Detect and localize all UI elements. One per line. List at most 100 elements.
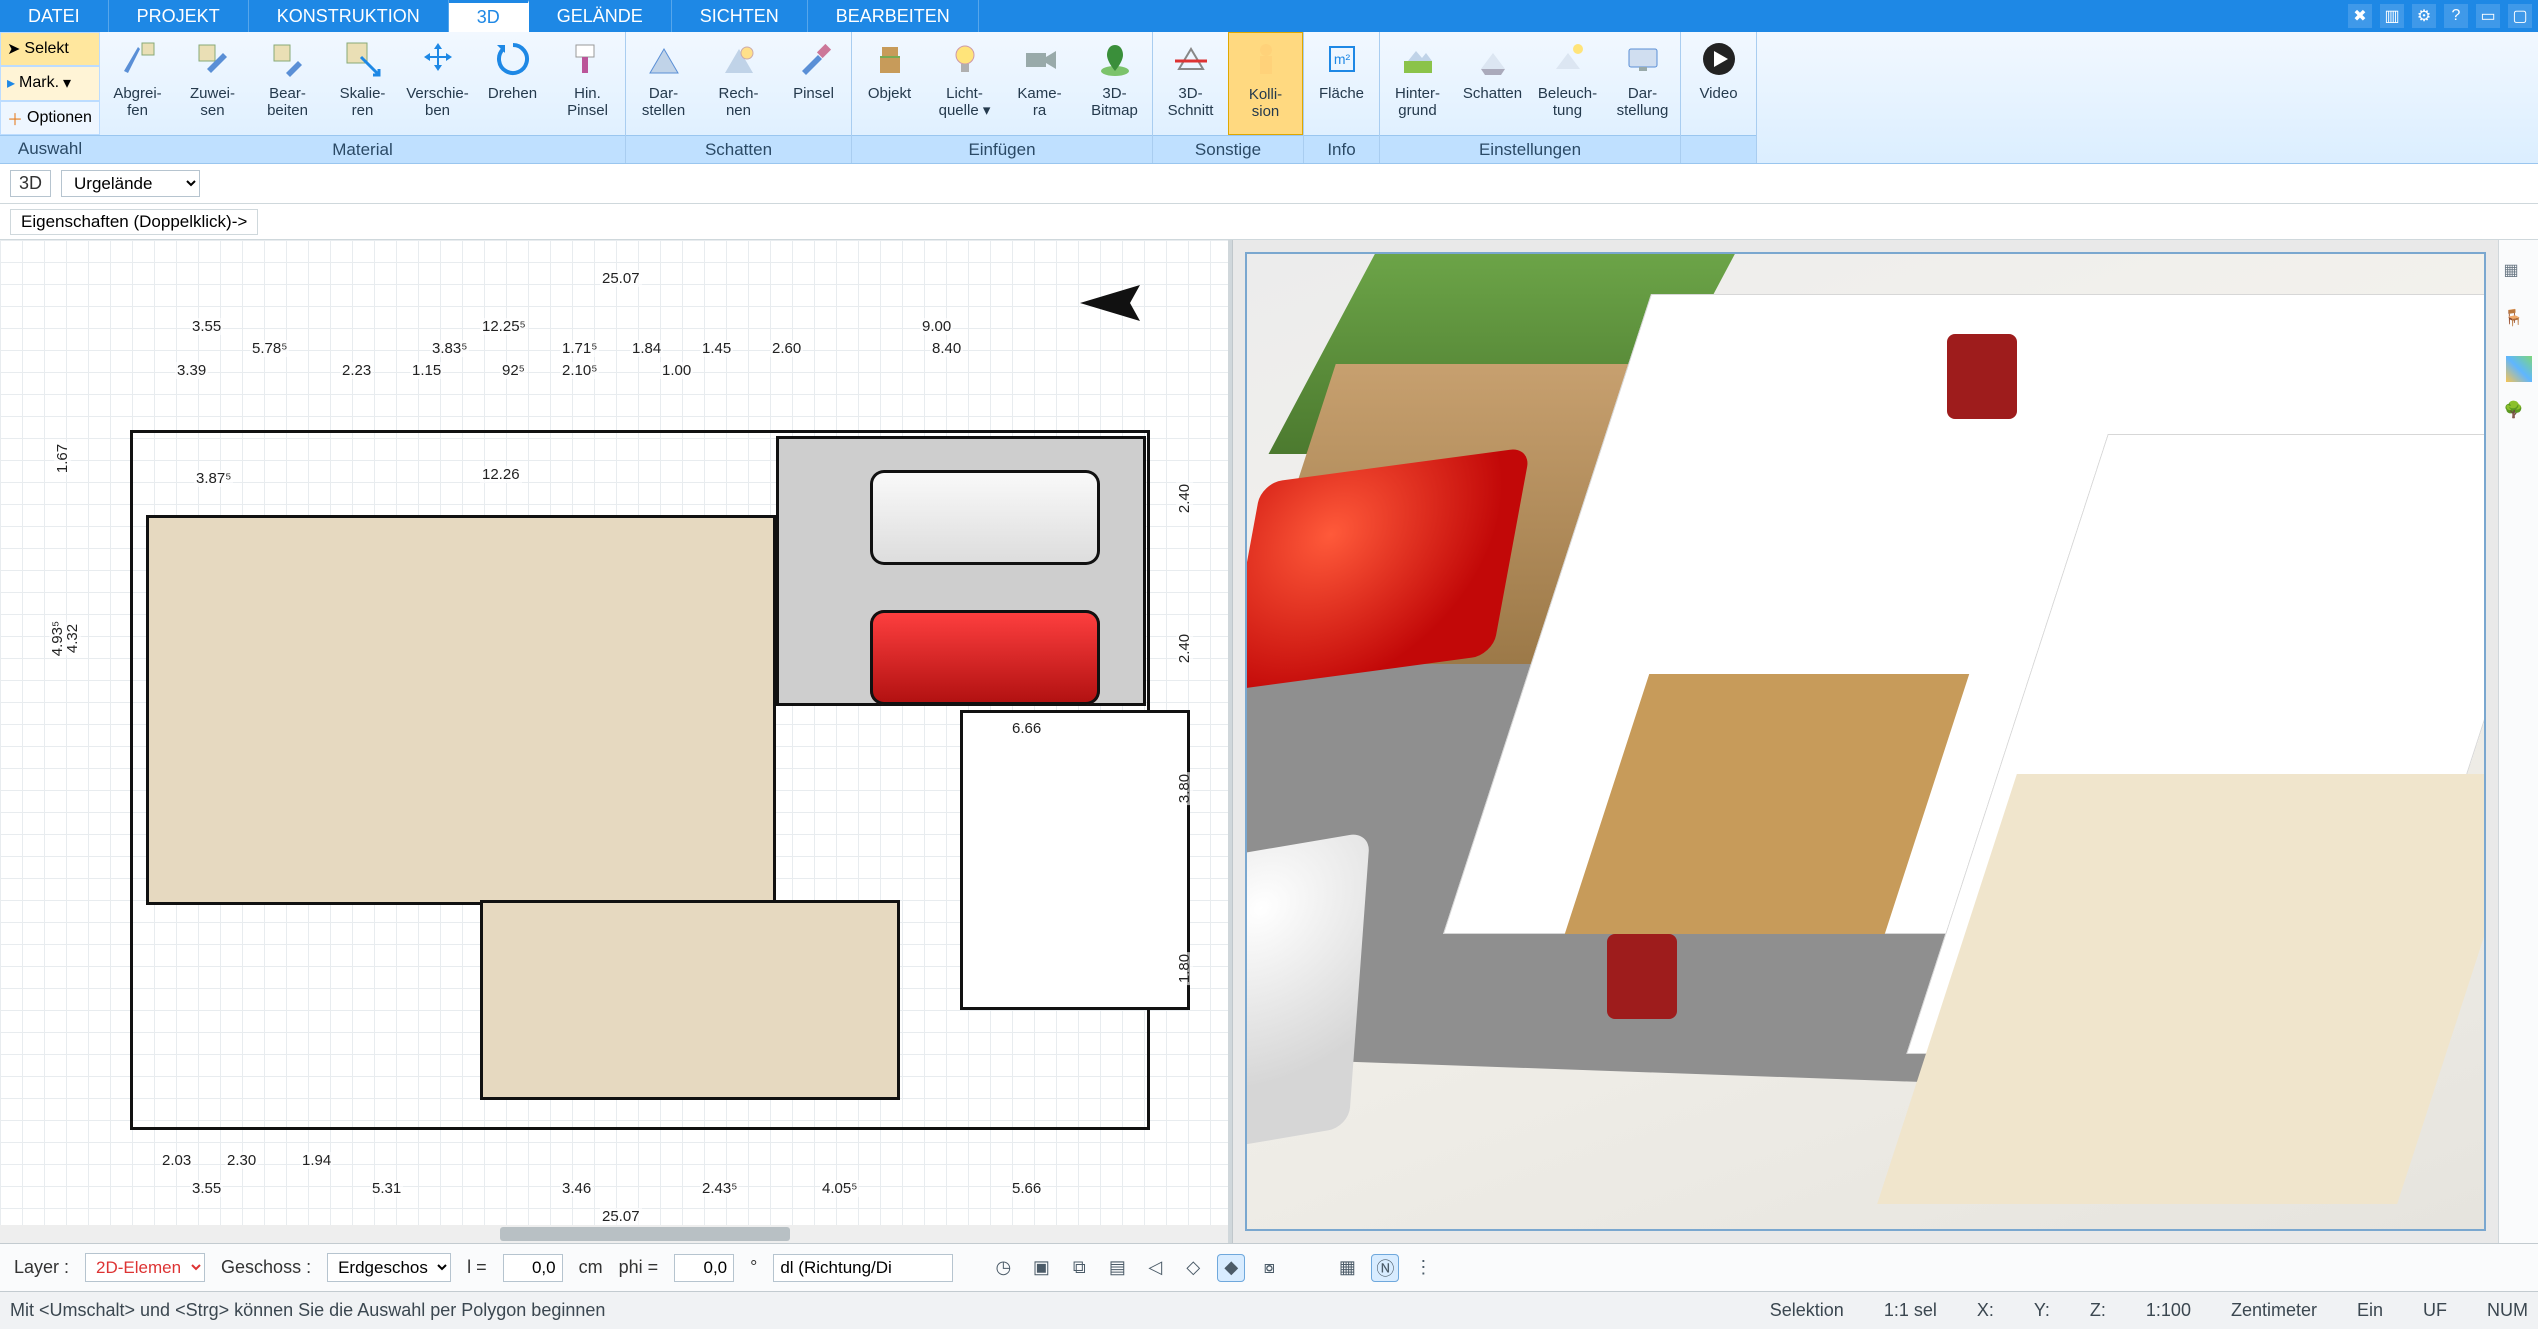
tab-konstruktion[interactable]: KONSTRUKTION [249, 0, 449, 32]
ribbon-darstellen[interactable]: Dar- stellen [626, 32, 701, 135]
plants-panel-icon[interactable]: 🌳 [2504, 400, 2534, 430]
kollision-icon [1245, 39, 1287, 81]
render-canvas[interactable] [1245, 252, 2486, 1231]
mark-button[interactable]: ▸Mark. ▾ [0, 66, 100, 100]
phi-label: phi = [619, 1257, 659, 1278]
layer-select[interactable]: 2D-Elemen [85, 1253, 205, 1282]
ribbon-kamera[interactable]: Kame- ra [1002, 32, 1077, 135]
tab-gelaende[interactable]: GELÄNDE [529, 0, 672, 32]
dim-top-total: 25.07 [600, 270, 642, 287]
3d-bitmap-label: 3D- Bitmap [1091, 86, 1138, 119]
tab-projekt[interactable]: PROJEKT [109, 0, 249, 32]
tab-sichten[interactable]: SICHTEN [672, 0, 808, 32]
scrollbar-thumb[interactable] [500, 1227, 790, 1241]
layers-panel-icon[interactable]: ▦ [2504, 260, 2534, 290]
ribbon-beleuchtung[interactable]: Beleuch- tung [1530, 32, 1605, 135]
status-hint: Mit <Umschalt> und <Strg> können Sie die… [10, 1300, 605, 1321]
help-icon[interactable]: ? [2444, 4, 2468, 28]
dim-b8: 4.05⁵ [820, 1180, 859, 1197]
more-icon[interactable]: ⋮ [1409, 1254, 1437, 1282]
grid-toggle-icon[interactable]: ▦ [1333, 1254, 1361, 1282]
ribbon-3d-schnitt[interactable]: 3D- Schnitt [1153, 32, 1228, 135]
darstellung-icon [1622, 38, 1664, 80]
ribbon-video[interactable]: Video [1681, 32, 1756, 135]
maximize-icon[interactable]: ▢ [2508, 4, 2532, 28]
viewport-icon[interactable]: ▣ [1027, 1254, 1055, 1282]
tab-datei[interactable]: DATEI [0, 0, 109, 32]
layer-label: Layer : [14, 1257, 69, 1278]
ribbon-skalieren[interactable]: Skalie- ren [325, 32, 400, 135]
materials-panel-icon[interactable] [2506, 356, 2532, 382]
dim-l1: 1.67 [54, 442, 71, 475]
beleuchtung-icon [1547, 38, 1589, 80]
tab-bearbeiten[interactable]: BEARBEITEN [808, 0, 979, 32]
polygon-icon[interactable]: ◇ [1179, 1254, 1207, 1282]
rechnen-label: Rech- nen [718, 86, 758, 119]
dim-b1: 2.03 [160, 1152, 193, 1169]
status-uf: UF [2423, 1300, 2447, 1321]
group-title [1681, 135, 1756, 163]
ribbon-hintergrund[interactable]: Hinter- grund [1380, 32, 1455, 135]
drehen-icon [492, 38, 534, 80]
dim-r2: 2.40 [1176, 632, 1193, 665]
properties-button[interactable]: Eigenschaften (Doppelklick)-> [10, 209, 258, 235]
plan-main-block [146, 515, 776, 905]
phi-input[interactable] [674, 1254, 734, 1282]
stack-icon[interactable]: ▤ [1103, 1254, 1131, 1282]
ribbon-pinsel[interactable]: Pinsel [776, 32, 851, 135]
mode-3d-label: 3D [10, 170, 51, 197]
ribbon-drehen[interactable]: Drehen [475, 32, 550, 135]
selekt-button[interactable]: ➤Selekt [0, 32, 100, 66]
status-x: X: [1977, 1300, 1994, 1321]
render-3d-view[interactable] [1232, 240, 2498, 1243]
dim-r5: 3.80 [1176, 772, 1193, 805]
ribbon-schatten2[interactable]: Schatten [1455, 32, 1530, 135]
overlap-icon[interactable]: ⧇ [1255, 1254, 1283, 1282]
ribbon-verschieben[interactable]: Verschie- ben [400, 32, 475, 135]
ribbon-rechnen[interactable]: Rech- nen [701, 32, 776, 135]
ribbon-objekt[interactable]: Objekt [852, 32, 927, 135]
ribbon-flaeche[interactable]: m²Fläche [1304, 32, 1379, 135]
clock-icon[interactable]: ◷ [989, 1254, 1017, 1282]
ribbon-zuweisen[interactable]: Zuwei- sen [175, 32, 250, 135]
dl-input[interactable] [773, 1254, 953, 1282]
ribbon-hin-pinsel[interactable]: Hin. Pinsel [550, 32, 625, 135]
dim-t7: 1.84 [630, 340, 663, 357]
optionen-button[interactable]: ＋Optionen [0, 101, 100, 135]
ribbon: ➤Selekt ▸Mark. ▾ ＋Optionen Auswahl Abgre… [0, 32, 2538, 164]
minimize-icon[interactable]: ▭ [2476, 4, 2500, 28]
verschieben-icon [417, 38, 459, 80]
ribbon-kollision[interactable]: Kolli- sion [1228, 32, 1303, 135]
3d-schnitt-label: 3D- Schnitt [1168, 86, 1214, 119]
plan-horizontal-scrollbar[interactable] [0, 1225, 1228, 1243]
terrain-select[interactable]: Urgelände [61, 170, 200, 197]
beleuchtung-label: Beleuch- tung [1538, 86, 1597, 119]
tab-3d[interactable]: 3D [449, 0, 529, 32]
ribbon-bearbeiten[interactable]: Bear- beiten [250, 32, 325, 135]
furniture-panel-icon[interactable]: 🪑 [2504, 308, 2534, 338]
kollision-label: Kolli- sion [1249, 87, 1282, 120]
cursor-icon: ➤ [7, 39, 20, 59]
ribbon-lichtquelle[interactable]: Licht- quelle ▾ [927, 32, 1002, 135]
north-toggle-icon[interactable]: Ⓝ [1371, 1254, 1399, 1282]
layers-icon[interactable]: ▥ [2380, 4, 2404, 28]
dim-b7: 2.43⁵ [700, 1180, 739, 1197]
bottom-icon-row: ◷ ▣ ⧉ ▤ ◁ ◇ ◆ ⧇ ▦ Ⓝ ⋮ [989, 1254, 1437, 1282]
l-input[interactable] [503, 1254, 563, 1282]
dim-r1: 2.40 [1176, 482, 1193, 515]
angle-icon[interactable]: ◁ [1141, 1254, 1169, 1282]
floor-select[interactable]: Erdgeschos [327, 1253, 451, 1282]
ribbon-darstellung[interactable]: Dar- stellung [1605, 32, 1680, 135]
ribbon-3d-bitmap[interactable]: 3D- Bitmap [1077, 32, 1152, 135]
cube-icon[interactable]: ◆ [1217, 1254, 1245, 1282]
plan-2d-view[interactable]: 25.07 3.55 12.25⁵ 9.00 5.78⁵ 3.83⁵ 1.71⁵… [0, 240, 1232, 1243]
settings-icon[interactable]: ⚙ [2412, 4, 2436, 28]
tools-icon[interactable]: ✖ [2348, 4, 2372, 28]
render-chair-1 [1947, 334, 2017, 419]
plan-car-red [870, 610, 1100, 705]
drehen-label: Drehen [488, 86, 537, 103]
ribbon-abgreifen[interactable]: Abgrei- fen [100, 32, 175, 135]
objekt-icon [869, 38, 911, 80]
status-scale: 1:100 [2146, 1300, 2191, 1321]
link-icon[interactable]: ⧉ [1065, 1254, 1093, 1282]
